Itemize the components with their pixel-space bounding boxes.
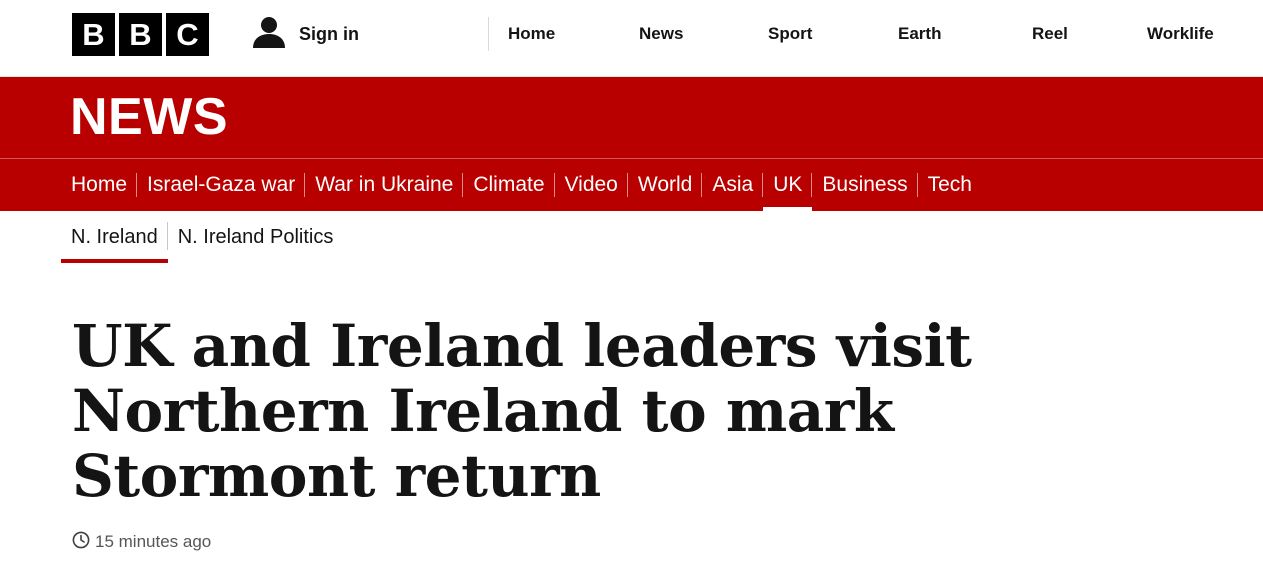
sub-nav: N. Ireland N. Ireland Politics	[61, 211, 343, 263]
global-nav-worklife[interactable]: Worklife	[1147, 24, 1214, 44]
timestamp-label: 15 minutes ago	[95, 532, 212, 551]
sub-nav-label: N. Ireland Politics	[177, 225, 334, 248]
news-nav-war-in-ukraine[interactable]: War in Ukraine	[305, 159, 464, 211]
news-nav: Home Israel-Gaza war War in Ukraine Clim…	[61, 159, 982, 211]
news-nav-label: War in Ukraine	[315, 173, 454, 196]
news-nav-label: Tech	[927, 173, 972, 196]
sign-in-button[interactable]: Sign in	[251, 15, 359, 53]
news-nav-label: Video	[564, 173, 618, 196]
sub-nav-n-ireland[interactable]: N. Ireland	[61, 211, 168, 263]
news-nav-business[interactable]: Business	[812, 159, 918, 211]
news-nav-label: Israel-Gaza war	[147, 173, 296, 196]
news-nav-label: UK	[773, 173, 803, 196]
global-nav-reel[interactable]: Reel	[1032, 24, 1068, 44]
news-nav-label: Climate	[473, 173, 545, 196]
bbc-logo-letter: B	[72, 13, 115, 56]
news-nav-tech[interactable]: Tech	[918, 159, 982, 211]
global-nav-home[interactable]: Home	[508, 24, 555, 44]
clock-icon	[72, 531, 90, 554]
sub-nav-label: N. Ireland	[71, 225, 158, 248]
bbc-logo[interactable]: B B C	[72, 13, 209, 56]
article-headline: UK and Ireland leaders visit Northern Ir…	[72, 312, 972, 510]
sub-nav-n-ireland-politics[interactable]: N. Ireland Politics	[168, 211, 344, 263]
news-nav-label: Home	[71, 173, 128, 196]
bbc-logo-letter: B	[119, 13, 162, 56]
global-nav-sport[interactable]: Sport	[768, 24, 812, 44]
global-header: B B C Sign in Home News Sport Earth Reel…	[0, 0, 1263, 77]
news-section-header: NEWS Home Israel-Gaza war War in Ukraine…	[0, 77, 1263, 211]
user-icon	[251, 14, 287, 55]
news-nav-video[interactable]: Video	[555, 159, 628, 211]
news-nav-label: World	[637, 173, 693, 196]
news-nav-israel-gaza-war[interactable]: Israel-Gaza war	[137, 159, 306, 211]
news-nav-asia[interactable]: Asia	[702, 159, 764, 211]
news-nav-label: Business	[822, 173, 908, 196]
bbc-logo-letter: C	[166, 13, 209, 56]
global-nav: Home News Sport Earth Reel Worklife	[488, 17, 1263, 51]
news-nav-label: Asia	[712, 173, 754, 196]
global-nav-earth[interactable]: Earth	[898, 24, 941, 44]
news-nav-world[interactable]: World	[628, 159, 703, 211]
news-nav-home[interactable]: Home	[61, 159, 138, 211]
news-nav-uk[interactable]: UK	[763, 159, 813, 211]
sign-in-label: Sign in	[299, 23, 359, 44]
global-nav-news[interactable]: News	[639, 24, 683, 44]
news-wordmark[interactable]: NEWS	[70, 91, 228, 143]
article-timestamp: 15 minutes ago	[72, 530, 211, 554]
news-nav-climate[interactable]: Climate	[463, 159, 555, 211]
